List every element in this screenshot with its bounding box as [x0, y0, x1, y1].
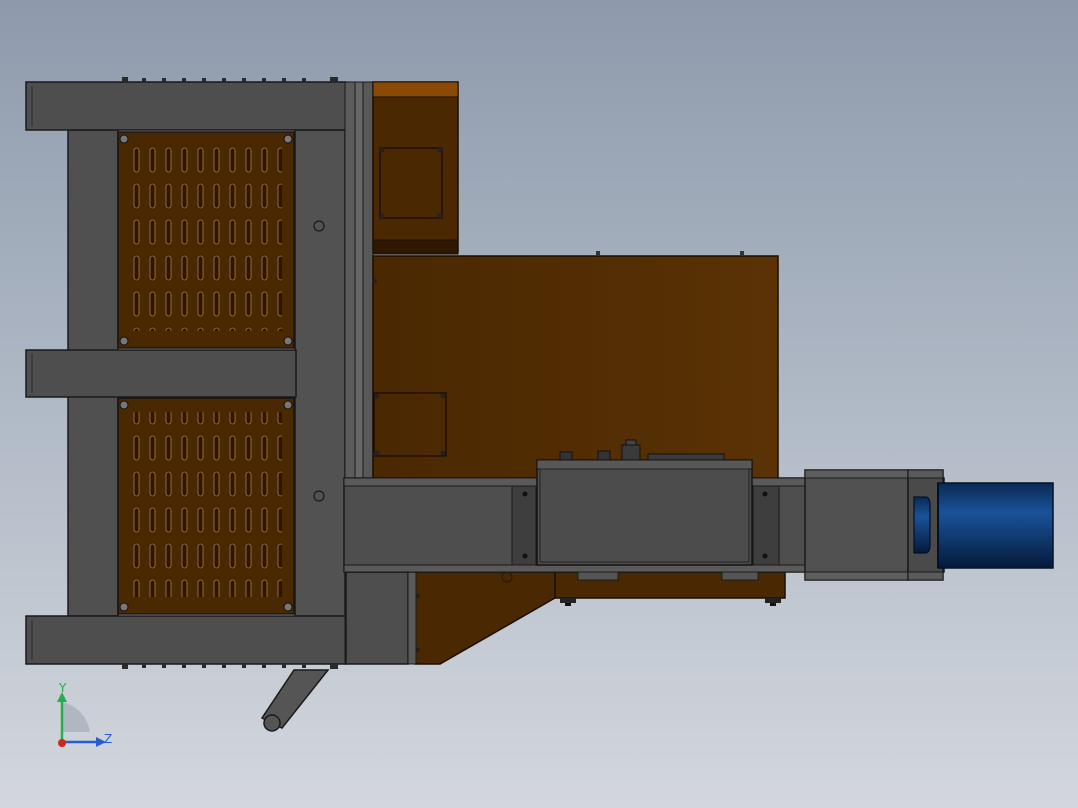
frame-post-right: [294, 129, 346, 617]
main-housing: [372, 251, 779, 479]
hinge-left: [577, 571, 619, 581]
triad-plane: [62, 702, 90, 732]
foot-right: [765, 598, 781, 603]
frame-rail-middle: [25, 349, 297, 398]
lower-hopper: [414, 571, 786, 665]
vent-panel-lower: [117, 397, 295, 615]
machine-assembly-drawing: [25, 77, 1054, 732]
cad-viewport[interactable]: Y Z: [0, 0, 1078, 808]
left-frame: [25, 77, 347, 669]
control-strip: [647, 453, 725, 461]
release-lever: [260, 669, 330, 732]
upper-cabinet: [372, 81, 459, 255]
hinge-right: [721, 571, 759, 581]
y-axis-label: Y: [58, 681, 67, 695]
control-knob-2: [597, 450, 611, 461]
lower-support-block: [345, 571, 417, 665]
z-axis-label: Z: [104, 732, 112, 746]
frame-rail-top: [25, 81, 347, 131]
x-axis-dot-icon: [58, 739, 66, 747]
frame-rail-bottom: [25, 615, 347, 665]
vent-panel-upper: [117, 131, 295, 349]
coordinate-triad: Y Z: [57, 681, 112, 747]
emergency-stop: [621, 444, 641, 461]
control-knob-1: [559, 451, 573, 461]
foot-left: [560, 598, 576, 603]
